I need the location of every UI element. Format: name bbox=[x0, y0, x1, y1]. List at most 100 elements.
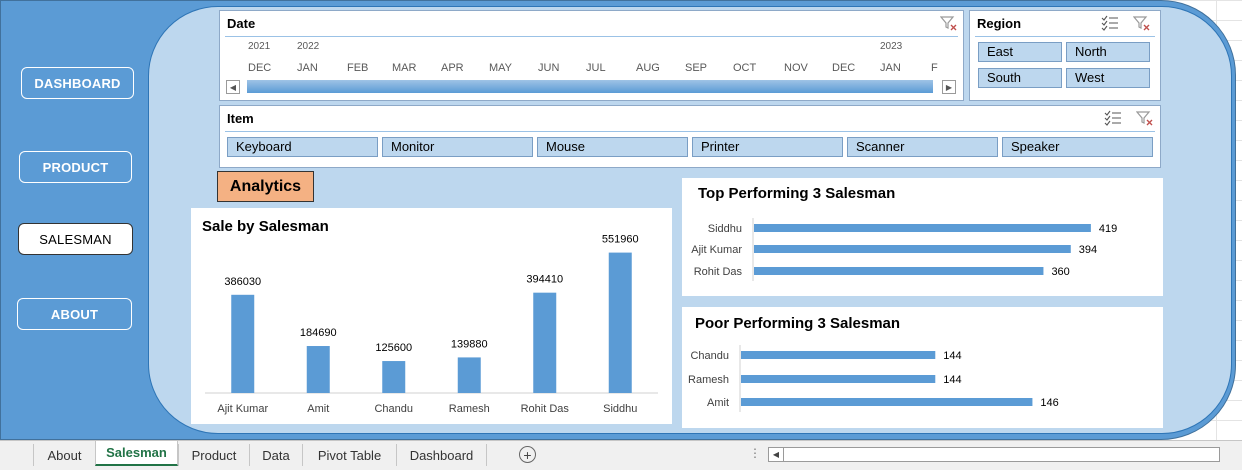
bar bbox=[741, 398, 1033, 406]
timeline-month[interactable]: APR bbox=[441, 62, 464, 74]
sale-by-salesman-plot: 386030 Ajit Kumar 184690 Amit 125600 Chandu 13… bbox=[205, 234, 658, 415]
y-tick-label: Amit bbox=[707, 397, 729, 409]
bar bbox=[231, 294, 255, 393]
timeline-month[interactable]: JAN bbox=[880, 62, 901, 74]
add-sheet-icon[interactable]: + bbox=[519, 446, 536, 463]
item-option-mouse[interactable]: Mouse bbox=[537, 137, 688, 157]
bar bbox=[741, 351, 936, 359]
bar bbox=[306, 346, 330, 393]
item-slicer-title: Item bbox=[227, 111, 254, 126]
bar bbox=[754, 267, 1044, 275]
tab-splitter-icon[interactable]: ⋮ bbox=[749, 446, 761, 460]
clear-filter-icon[interactable] bbox=[940, 15, 958, 31]
sheet-tab-pivot-table[interactable]: Pivot Table bbox=[302, 444, 396, 466]
sheet-tab-salesman[interactable]: Salesman bbox=[95, 441, 178, 466]
bar bbox=[754, 245, 1071, 253]
bar bbox=[457, 357, 481, 393]
sheet-tab-about[interactable]: About bbox=[33, 444, 95, 466]
data-label: 386030 bbox=[224, 276, 261, 288]
timeline-month[interactable]: MAY bbox=[489, 62, 512, 74]
sale-by-salesman-chart[interactable]: Sale by Salesman 386030 Ajit Kumar 184690 A… bbox=[191, 208, 672, 424]
timeline-month[interactable]: JUL bbox=[586, 62, 606, 74]
bar bbox=[741, 375, 936, 383]
bar bbox=[754, 224, 1091, 232]
x-tick-label: Siddhu bbox=[603, 403, 637, 415]
x-tick-label: Amit bbox=[307, 403, 329, 415]
timeline-year: 2022 bbox=[297, 41, 320, 52]
dashboard-button[interactable]: DASHBOARD bbox=[21, 67, 134, 99]
timeline-month[interactable]: OCT bbox=[733, 62, 756, 74]
region-option-north[interactable]: North bbox=[1066, 42, 1150, 62]
data-label: 419 bbox=[1099, 223, 1117, 235]
data-label: 394410 bbox=[526, 274, 563, 286]
y-tick-label: Ajit Kumar bbox=[691, 244, 742, 256]
item-slicer-divider bbox=[225, 131, 1155, 132]
date-slicer-divider bbox=[225, 36, 958, 37]
data-label: 146 bbox=[1040, 397, 1058, 409]
timeline-year: 2023 bbox=[880, 41, 903, 52]
item-option-monitor[interactable]: Monitor bbox=[382, 137, 533, 157]
clear-filter-icon[interactable] bbox=[1133, 15, 1151, 31]
data-label: 144 bbox=[943, 350, 961, 362]
bar bbox=[382, 361, 406, 393]
sheet-tab-product[interactable]: Product bbox=[178, 444, 249, 466]
y-tick-label: Siddhu bbox=[708, 223, 742, 235]
region-slicer-title: Region bbox=[977, 16, 1022, 31]
top-performing-chart[interactable]: Top Performing 3 Salesman Siddhu 419 Ajit … bbox=[682, 178, 1163, 296]
multi-select-icon[interactable] bbox=[1104, 110, 1122, 126]
data-label: 144 bbox=[943, 374, 961, 386]
item-option-speaker[interactable]: Speaker bbox=[1002, 137, 1153, 157]
y-tick-label: Ramesh bbox=[688, 374, 729, 386]
region-slicer-divider bbox=[975, 36, 1155, 37]
timeline-month[interactable]: FEB bbox=[347, 62, 368, 74]
y-tick-label: Rohit Das bbox=[694, 266, 743, 278]
poor-performing-chart[interactable]: Poor Performing 3 Salesman Chandu 144 Rame… bbox=[682, 307, 1163, 428]
x-tick-label: Rohit Das bbox=[521, 403, 570, 415]
clear-filter-icon[interactable] bbox=[1136, 110, 1154, 126]
timeline-month[interactable]: MAR bbox=[392, 62, 416, 74]
timeline-month[interactable]: NOV bbox=[784, 62, 808, 74]
timeline-month[interactable]: F bbox=[931, 62, 938, 74]
top-performing-plot: Siddhu 419 Ajit Kumar 394 Rohit Das 360 bbox=[691, 218, 1117, 281]
product-button[interactable]: PRODUCT bbox=[19, 151, 132, 183]
data-label: 184690 bbox=[300, 327, 337, 339]
y-tick-label: Chandu bbox=[690, 350, 729, 362]
region-option-east[interactable]: East bbox=[978, 42, 1062, 62]
data-label: 360 bbox=[1051, 266, 1069, 278]
timeline-month[interactable]: JAN bbox=[297, 62, 318, 74]
timeline-month[interactable]: DEC bbox=[248, 62, 271, 74]
timeline-scroll-right[interactable]: ▶ bbox=[942, 80, 956, 94]
timeline-month[interactable]: SEP bbox=[685, 62, 707, 74]
multi-select-icon[interactable] bbox=[1101, 15, 1119, 31]
x-tick-label: Chandu bbox=[374, 403, 413, 415]
excel-dashboard: DASHBOARD PRODUCT SALESMAN ABOUT Date 20… bbox=[0, 0, 1242, 470]
timeline-month[interactable]: DEC bbox=[832, 62, 855, 74]
poor-performing-plot: Chandu 144 Ramesh 144 Amit 146 bbox=[688, 345, 1059, 412]
bar bbox=[533, 292, 557, 393]
region-option-west[interactable]: West bbox=[1066, 68, 1150, 88]
scroll-left-arrow-icon[interactable]: ◀ bbox=[768, 447, 784, 462]
item-option-scanner[interactable]: Scanner bbox=[847, 137, 998, 157]
bar bbox=[608, 252, 632, 393]
timeline-month[interactable]: JUN bbox=[538, 62, 559, 74]
timeline-month[interactable]: AUG bbox=[636, 62, 660, 74]
date-slicer-title: Date bbox=[227, 16, 256, 31]
about-button[interactable]: ABOUT bbox=[17, 298, 132, 330]
data-label: 551960 bbox=[602, 234, 639, 246]
timeline-selection-bar[interactable] bbox=[247, 80, 933, 93]
salesman-button[interactable]: SALESMAN bbox=[18, 223, 133, 255]
data-label: 139880 bbox=[451, 338, 488, 350]
sheet-tab-dashboard[interactable]: Dashboard bbox=[396, 444, 487, 466]
sheet-tab-data[interactable]: Data bbox=[249, 444, 302, 466]
horizontal-scrollbar[interactable] bbox=[768, 447, 1220, 462]
region-option-south[interactable]: South bbox=[978, 68, 1062, 88]
data-label: 125600 bbox=[375, 342, 412, 354]
data-label: 394 bbox=[1079, 244, 1097, 256]
timeline-year: 2021 bbox=[248, 41, 271, 52]
item-option-printer[interactable]: Printer bbox=[692, 137, 843, 157]
item-option-keyboard[interactable]: Keyboard bbox=[227, 137, 378, 157]
timeline-scroll-left[interactable]: ◀ bbox=[226, 80, 240, 94]
x-tick-label: Ramesh bbox=[449, 403, 490, 415]
x-tick-label: Ajit Kumar bbox=[217, 403, 268, 415]
analytics-label: Analytics bbox=[217, 171, 314, 202]
